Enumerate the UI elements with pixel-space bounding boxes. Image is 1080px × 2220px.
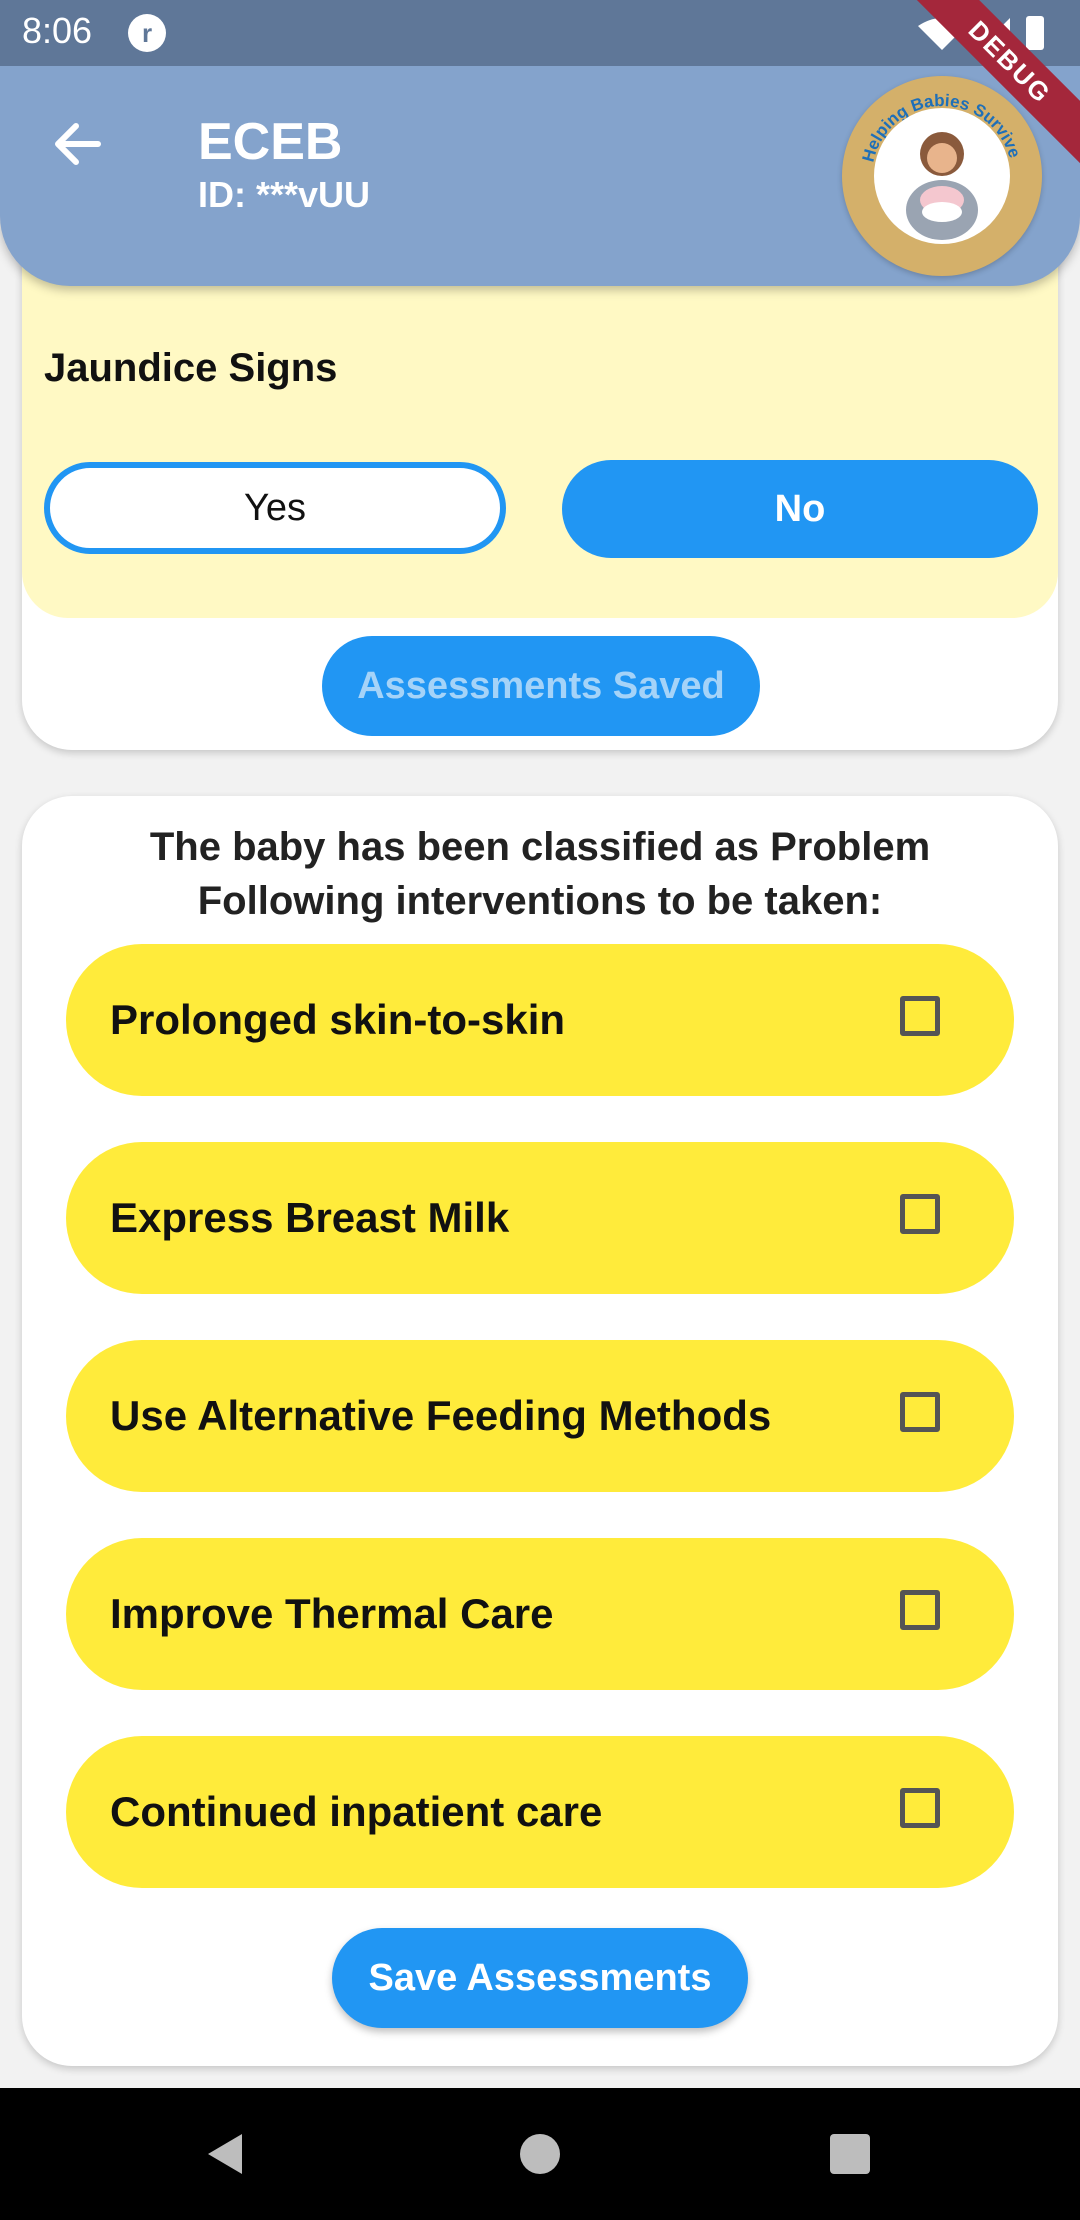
intervention-item[interactable]: Use Alternative Feeding Methods — [66, 1340, 1014, 1492]
nav-back-icon[interactable] — [202, 2130, 250, 2178]
intervention-label: Improve Thermal Care — [110, 1590, 554, 1637]
intervention-item[interactable]: Prolonged skin-to-skin — [66, 944, 1014, 1096]
intervention-item[interactable]: Continued inpatient care — [66, 1736, 1014, 1888]
nav-recents-icon[interactable] — [830, 2134, 870, 2174]
intervention-label: Use Alternative Feeding Methods — [110, 1392, 772, 1439]
logo-mother-baby-icon — [874, 108, 1010, 244]
page-title: ECEB — [198, 113, 343, 171]
battery-icon — [1026, 16, 1044, 50]
app-bar: ECEB ID: ***vUU Helping Babies Survive — [0, 66, 1080, 286]
helping-babies-survive-logo: Helping Babies Survive — [842, 76, 1042, 276]
classification-text: The baby has been classified as Problem … — [22, 820, 1058, 928]
status-bar: 8:06 r — [0, 0, 1080, 66]
yes-button[interactable]: Yes — [44, 462, 506, 554]
intervention-label: Express Breast Milk — [110, 1194, 510, 1241]
assessment-panel — [22, 286, 1058, 618]
patient-id: ID: ***vUU — [198, 174, 371, 215]
back-arrow-icon[interactable] — [50, 116, 106, 172]
intervention-checkbox[interactable] — [900, 1392, 940, 1432]
intervention-checkbox[interactable] — [900, 1788, 940, 1828]
classification-line-1: The baby has been classified as Problem — [149, 825, 931, 869]
interventions-card: The baby has been classified as Problem … — [22, 796, 1058, 2066]
intervention-label: Prolonged skin-to-skin — [110, 996, 566, 1043]
assessments-saved-button[interactable]: Assessments Saved — [322, 636, 760, 736]
classification-line-2: Following interventions to be taken: — [197, 879, 883, 923]
intervention-label: Continued inpatient care — [110, 1788, 603, 1835]
save-assessments-button[interactable]: Save Assessments — [332, 1928, 748, 2028]
intervention-checkbox[interactable] — [900, 996, 940, 1036]
nav-home-icon[interactable] — [520, 2134, 560, 2174]
jaundice-signs-label: Jaundice Signs — [44, 346, 338, 390]
status-time: 8:06 — [22, 10, 93, 51]
intervention-checkbox[interactable] — [900, 1194, 940, 1234]
no-button[interactable]: No — [562, 460, 1038, 558]
intervention-item[interactable]: Improve Thermal Care — [66, 1538, 1014, 1690]
intervention-checkbox[interactable] — [900, 1590, 940, 1630]
system-nav-bar — [0, 2088, 1080, 2220]
app-notification-icon: r — [128, 14, 166, 52]
intervention-item[interactable]: Express Breast Milk — [66, 1142, 1014, 1294]
